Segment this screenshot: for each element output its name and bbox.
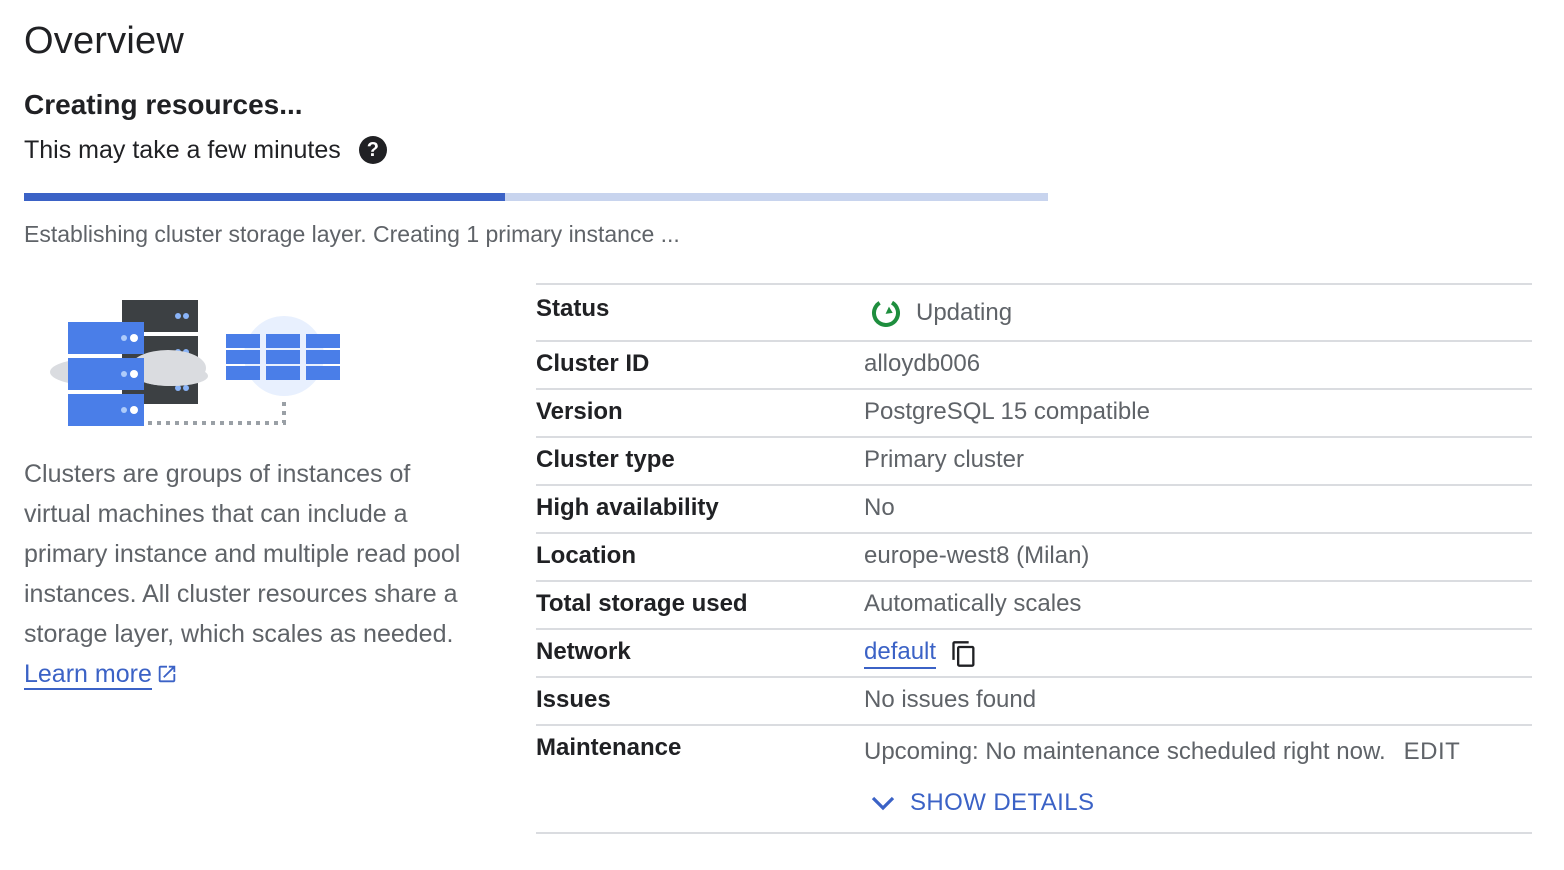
details-row-network: Network default xyxy=(536,630,1532,678)
maintenance-value-text: Upcoming: No maintenance scheduled right… xyxy=(864,738,1386,765)
network-value: default xyxy=(864,638,978,669)
subtitle-text: This may take a few minutes xyxy=(24,135,341,164)
version-value: PostgreSQL 15 compatible xyxy=(864,398,1150,425)
network-label: Network xyxy=(536,638,631,665)
blue-server-stack-icon xyxy=(68,322,144,426)
status-label: Status xyxy=(536,295,610,322)
details-row-version: Version PostgreSQL 15 compatible xyxy=(536,390,1532,438)
details-row-location: Location europe-west8 (Milan) xyxy=(536,534,1532,582)
progress-bar xyxy=(24,193,1048,201)
learn-more-link[interactable]: Learn more xyxy=(24,660,152,690)
edit-maintenance-button[interactable]: EDIT xyxy=(1404,738,1461,765)
cluster-details-table: Status Updating Cluster ID alloydb006 Ve… xyxy=(536,283,1532,834)
high-availability-label: High availability xyxy=(536,494,719,521)
details-row-storage: Total storage used Automatically scales xyxy=(536,582,1532,630)
maintenance-label: Maintenance xyxy=(536,734,682,761)
cluster-type-label: Cluster type xyxy=(536,446,675,473)
progress-bar-fill xyxy=(24,193,506,201)
description-text: Clusters are groups of instances of virt… xyxy=(24,460,461,648)
details-row-cluster-id: Cluster ID alloydb006 xyxy=(536,342,1532,390)
page-title: Overview xyxy=(24,20,184,62)
cluster-id-value: alloydb006 xyxy=(864,350,981,377)
details-row-status: Status Updating xyxy=(536,285,1532,342)
refresh-circle-icon xyxy=(872,299,900,327)
details-row-high-availability: High availability No xyxy=(536,486,1532,534)
maintenance-value: Upcoming: No maintenance scheduled right… xyxy=(864,738,1460,766)
subtitle-row: This may take a few minutes ? xyxy=(24,132,387,168)
cluster-illustration xyxy=(50,300,340,426)
version-label: Version xyxy=(536,398,623,425)
show-details-button[interactable]: SHOW DETAILS xyxy=(868,788,1094,818)
storage-label: Total storage used xyxy=(536,590,748,617)
details-row-issues: Issues No issues found xyxy=(536,678,1532,726)
location-value: europe-west8 (Milan) xyxy=(864,542,1090,569)
location-label: Location xyxy=(536,542,636,569)
cluster-description: Clusters are groups of instances of virt… xyxy=(24,454,474,694)
issues-label: Issues xyxy=(536,686,611,713)
copy-icon[interactable] xyxy=(950,640,978,668)
chevron-down-icon xyxy=(871,796,895,811)
show-details-label: SHOW DETAILS xyxy=(910,789,1095,816)
external-link-icon[interactable] xyxy=(156,663,178,685)
status-value-text: Updating xyxy=(916,299,1013,326)
details-row-cluster-type: Cluster type Primary cluster xyxy=(536,438,1532,486)
learn-more-label: Learn more xyxy=(24,660,152,688)
issues-value: No issues found xyxy=(864,686,1037,713)
cluster-id-label: Cluster ID xyxy=(536,350,650,377)
network-link[interactable]: default xyxy=(864,638,937,669)
cluster-type-value: Primary cluster xyxy=(864,446,1025,473)
creating-resources-title: Creating resources... xyxy=(24,89,303,120)
storage-value: Automatically scales xyxy=(864,590,1082,617)
high-availability-value: No xyxy=(864,494,895,521)
progress-status-text: Establishing cluster storage layer. Crea… xyxy=(24,221,680,247)
help-icon[interactable]: ? xyxy=(358,136,387,164)
storage-layer-icon xyxy=(226,316,340,396)
details-row-maintenance: Maintenance Upcoming: No maintenance sch… xyxy=(536,726,1532,834)
status-value: Updating xyxy=(870,297,1012,329)
